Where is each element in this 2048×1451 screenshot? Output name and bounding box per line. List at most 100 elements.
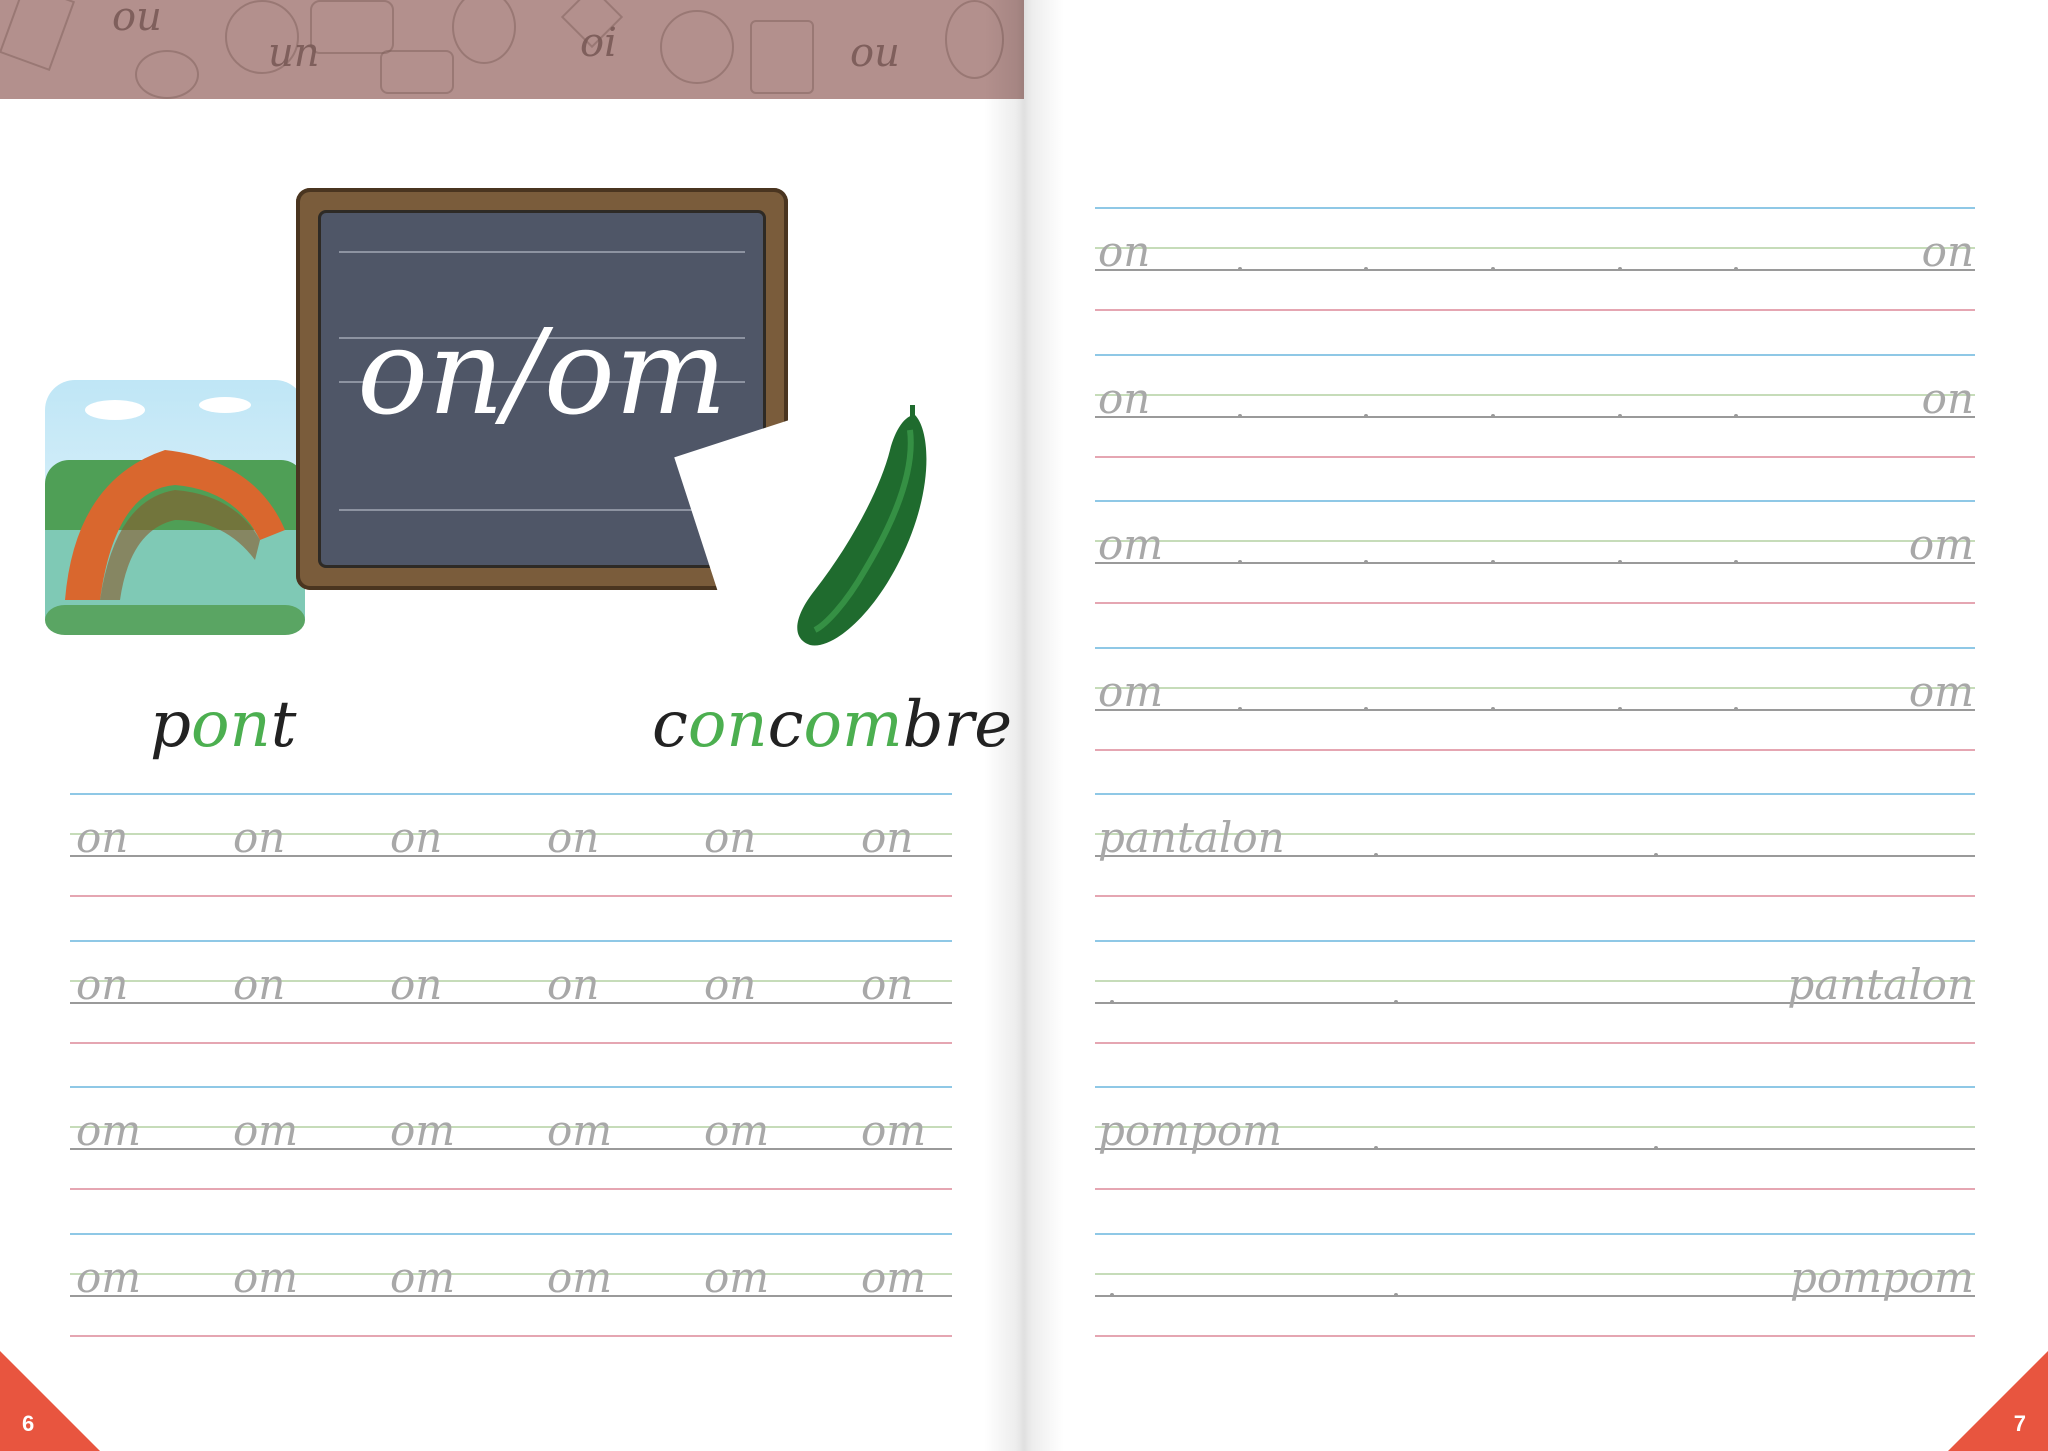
tracing-word: on <box>547 960 600 1009</box>
guide-dot <box>1238 267 1242 271</box>
writing-line <box>1095 269 1975 271</box>
writing-line <box>70 1126 952 1128</box>
tracing-word: om <box>390 1253 456 1302</box>
lion-doodle-icon <box>660 10 734 84</box>
writing-line <box>1095 247 1975 249</box>
donkey-doodle-icon <box>310 0 394 54</box>
tracing-word: om <box>861 1253 927 1302</box>
writing-line <box>1095 540 1975 542</box>
tracing-word: om <box>233 1106 299 1155</box>
guide-dot <box>1110 1293 1114 1297</box>
example-word-pont: pont <box>150 688 296 762</box>
guide-dot <box>1238 707 1242 711</box>
word-part: p <box>150 688 191 762</box>
tracing-word: on <box>233 813 286 862</box>
page-corner <box>1948 1351 2048 1451</box>
word-part-highlight: on <box>687 688 768 762</box>
decorative-banner: ou un oi ou <box>0 0 1024 99</box>
page-number: 7 <box>2013 1411 2026 1436</box>
tracing-word: on <box>861 960 914 1009</box>
writing-line <box>1095 562 1975 564</box>
writing-line <box>1095 1042 1975 1044</box>
tracing-word: on <box>390 960 443 1009</box>
writing-line <box>70 793 952 795</box>
tracing-word: on <box>1098 374 1151 423</box>
guide-dot <box>1238 414 1242 418</box>
guide-dot <box>1654 1146 1658 1150</box>
tracing-word: on <box>233 960 286 1009</box>
guide-dot <box>1374 853 1378 857</box>
guide-dot <box>1491 414 1495 418</box>
cucumber-illustration <box>797 405 927 646</box>
writing-line <box>70 833 952 835</box>
writing-line <box>1095 1335 1975 1337</box>
banner-word: ou <box>112 0 162 40</box>
guide-dot <box>1394 1000 1398 1004</box>
writing-line <box>1095 895 1975 897</box>
writing-line <box>1095 709 1975 711</box>
tracing-word: on <box>1098 227 1151 276</box>
guide-dot <box>1734 414 1738 418</box>
book-gutter-shadow <box>984 0 1064 1451</box>
tracing-word: on <box>1921 374 1974 423</box>
tracing-word: on <box>76 960 129 1009</box>
tracing-word: on <box>704 813 757 862</box>
writing-line <box>70 980 952 982</box>
guide-dot <box>1374 1146 1378 1150</box>
writing-line <box>70 1273 952 1275</box>
tracing-word: om <box>704 1106 770 1155</box>
guide-dot <box>1364 414 1368 418</box>
tracing-word: on <box>861 813 914 862</box>
guide-dot <box>1734 707 1738 711</box>
cat-doodle-icon <box>135 50 199 99</box>
tracing-word: om <box>76 1253 142 1302</box>
writing-line <box>1095 940 1975 942</box>
guide-dot <box>1110 1000 1114 1004</box>
writing-line <box>1095 394 1975 396</box>
word-part: t <box>270 688 297 762</box>
drum-doodle-icon <box>750 20 814 94</box>
writing-line <box>1095 416 1975 418</box>
tracing-word: pantalon <box>1098 813 1285 862</box>
tracing-word: om <box>861 1106 927 1155</box>
guide-dot <box>1618 707 1622 711</box>
page-number: 6 <box>22 1411 35 1436</box>
writing-line <box>1095 1233 1975 1235</box>
word-part-highlight: on <box>190 688 271 762</box>
writing-line <box>70 855 952 857</box>
writing-line <box>70 895 952 897</box>
banner-word: ou <box>850 30 900 76</box>
example-word-concombre: concombre <box>652 688 1012 762</box>
writing-line <box>1095 309 1975 311</box>
writing-line <box>1095 456 1975 458</box>
writing-line <box>1095 647 1975 649</box>
tracing-word: om <box>547 1106 613 1155</box>
tracing-word: om <box>1908 667 1974 716</box>
tracing-word: om <box>76 1106 142 1155</box>
guide-dot <box>1618 560 1622 564</box>
writing-line <box>70 1188 952 1190</box>
right-page: ou un oi ou ononononomomomompantalonpant… <box>1024 0 2048 1451</box>
guide-dot <box>1364 560 1368 564</box>
writing-line <box>1095 749 1975 751</box>
guide-dot <box>1654 853 1658 857</box>
guide-dot <box>1618 267 1622 271</box>
left-page: ou un oi ou on/om pont concombre on on o… <box>0 0 1024 1451</box>
pants-doodle-icon <box>0 0 76 72</box>
tracing-word: om <box>547 1253 613 1302</box>
writing-line <box>70 1295 952 1297</box>
writing-line <box>1095 1086 1975 1088</box>
guide-dot <box>1734 560 1738 564</box>
page-corner <box>0 1351 100 1451</box>
tracing-word: om <box>233 1253 299 1302</box>
writing-line <box>70 1335 952 1337</box>
writing-line <box>1095 793 1975 795</box>
word-part: c <box>652 688 688 762</box>
chalk-line <box>339 251 745 253</box>
ball-doodle-icon <box>225 0 299 74</box>
writing-line <box>1095 1188 1975 1190</box>
tracing-word: om <box>1098 520 1164 569</box>
guide-dot <box>1238 560 1242 564</box>
tracing-word: om <box>704 1253 770 1302</box>
writing-line <box>70 1233 952 1235</box>
